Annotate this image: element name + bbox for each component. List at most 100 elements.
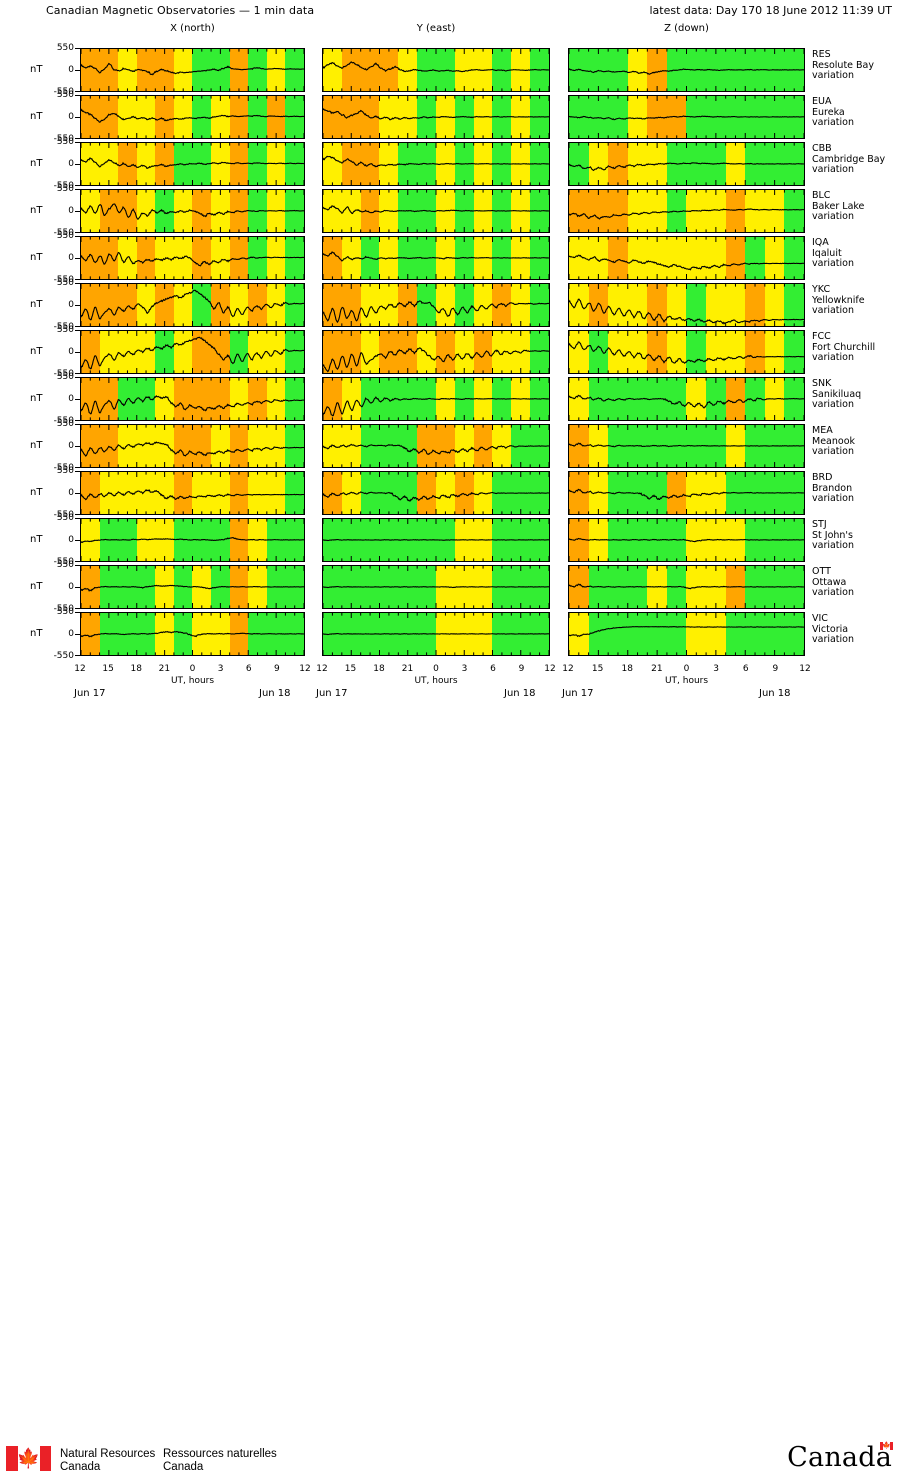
panel-iqa-x	[80, 236, 305, 280]
y-axis-tick	[75, 424, 80, 425]
x-axis-date-start: Jun 17	[316, 688, 348, 699]
station-label-eua: EUA Eureka variation	[812, 96, 855, 129]
station-code: CBB	[812, 143, 832, 154]
y-axis-tick	[75, 467, 80, 468]
y-axis-tick-label: 550	[56, 466, 74, 476]
panel-vic-y	[322, 612, 550, 656]
panel-mea-z	[568, 424, 805, 468]
y-axis-tick	[75, 540, 80, 541]
station-sub: variation	[812, 352, 855, 363]
y-axis-tick	[75, 95, 80, 96]
panel-stj-y	[322, 518, 550, 562]
magnetogram-trace	[569, 566, 804, 608]
panel-vic-z	[568, 612, 805, 656]
magnetogram-trace	[569, 49, 804, 91]
x-axis-date-start: Jun 17	[74, 688, 106, 699]
magnetogram-trace	[569, 472, 804, 514]
magnetogram-trace	[569, 331, 804, 373]
y-axis-tick	[75, 373, 80, 374]
y-axis-tick	[75, 446, 80, 447]
panel-ott-z	[568, 565, 805, 609]
magnetogram-trace	[323, 566, 549, 608]
magnetogram-trace	[569, 284, 804, 326]
x-axis-tick-label: 18	[621, 664, 633, 674]
x-axis-tick-label: 21	[158, 664, 171, 674]
y-axis-tick	[75, 258, 80, 259]
magnetogram-trace	[323, 378, 549, 420]
panel-ykc-z	[568, 283, 805, 327]
x-axis-tick-label: 21	[401, 664, 414, 674]
y-axis-tick-label: 550	[56, 43, 74, 53]
y-axis-tick	[75, 279, 80, 280]
magnetogram-trace	[569, 96, 804, 138]
y-axis-unit: nT	[30, 487, 43, 498]
x-axis-label: UT, hours	[664, 676, 709, 686]
y-axis-tick	[75, 142, 80, 143]
magnetogram-trace	[323, 284, 549, 326]
x-axis-tick-label: 0	[433, 664, 439, 674]
station-label-iqa: IQA Iqaluit variation	[812, 237, 854, 270]
y-axis-tick	[75, 587, 80, 588]
footer: 🍁 Natural Resources Canada Ressources na…	[0, 715, 900, 1473]
station-label-mea: MEA Meanook variation	[812, 425, 855, 458]
magnetogram-trace	[323, 143, 549, 185]
y-axis-tick	[75, 612, 80, 613]
station-sub: variation	[812, 164, 855, 175]
magnetogram-trace	[323, 425, 549, 467]
y-axis-tick	[75, 493, 80, 494]
y-axis-tick-label: 550	[56, 137, 74, 147]
y-axis-tick-label: 550	[56, 325, 74, 335]
y-axis-tick-label: 550	[56, 231, 74, 241]
x-axis-tick-label: 12	[799, 664, 811, 674]
panel-ykc-y	[322, 283, 550, 327]
panel-blc-x	[80, 189, 305, 233]
x-axis-tick-label: 21	[651, 664, 663, 674]
y-axis-tick	[75, 138, 80, 139]
panel-res-y	[322, 48, 550, 92]
magnetogram-trace	[81, 237, 304, 279]
x-axis-tick-label: 6	[742, 664, 749, 674]
y-axis-tick-label: 550	[56, 560, 74, 570]
station-label-snk: SNK Sanikiluaq variation	[812, 378, 861, 411]
y-axis-tick	[75, 236, 80, 237]
magnetogram-trace	[569, 425, 804, 467]
panel-blc-z	[568, 189, 805, 233]
maple-leaf-glyph: 🍁	[16, 1447, 41, 1469]
x-axis-date-start: Jun 17	[562, 688, 594, 699]
x-axis-tick-label: 9	[772, 664, 779, 674]
panel-snk-z	[568, 377, 805, 421]
y-axis-tick	[75, 352, 80, 353]
panel-stj-x	[80, 518, 305, 562]
magnetogram-trace	[81, 378, 304, 420]
magnetogram-trace	[569, 613, 804, 655]
magnetogram-trace	[569, 519, 804, 561]
station-label-res: RES Resolute Bay variation	[812, 49, 874, 82]
magnetogram-trace	[81, 49, 304, 91]
station-sub: variation	[812, 117, 855, 128]
magnetogram-trace	[323, 331, 549, 373]
x-axis-tick-label: 15	[344, 664, 357, 674]
column-header-x: X (north)	[170, 23, 215, 34]
panel-brd-x	[80, 471, 305, 515]
y-axis-tick-label: 550	[56, 278, 74, 288]
panel-vic-x	[80, 612, 305, 656]
y-axis-unit: nT	[30, 581, 43, 592]
panel-iqa-y	[322, 236, 550, 280]
y-axis-unit: nT	[30, 628, 43, 639]
magnetogram-trace	[81, 566, 304, 608]
panel-brd-z	[568, 471, 805, 515]
y-axis-unit: nT	[30, 111, 43, 122]
x-axis-tick-label: 12	[544, 664, 556, 674]
panel-mea-x	[80, 424, 305, 468]
panel-fcc-z	[568, 330, 805, 374]
y-axis-tick	[75, 70, 80, 71]
station-label-fcc: FCC Fort Churchill variation	[812, 331, 875, 364]
y-axis-unit: nT	[30, 158, 43, 169]
station-code: EUA	[812, 96, 832, 107]
panel-ott-x	[80, 565, 305, 609]
y-axis-tick-label: 550	[56, 607, 74, 617]
y-axis-unit: nT	[30, 205, 43, 216]
magnetogram-trace	[81, 613, 304, 655]
station-code: STJ	[812, 519, 827, 530]
y-axis-tick	[75, 471, 80, 472]
